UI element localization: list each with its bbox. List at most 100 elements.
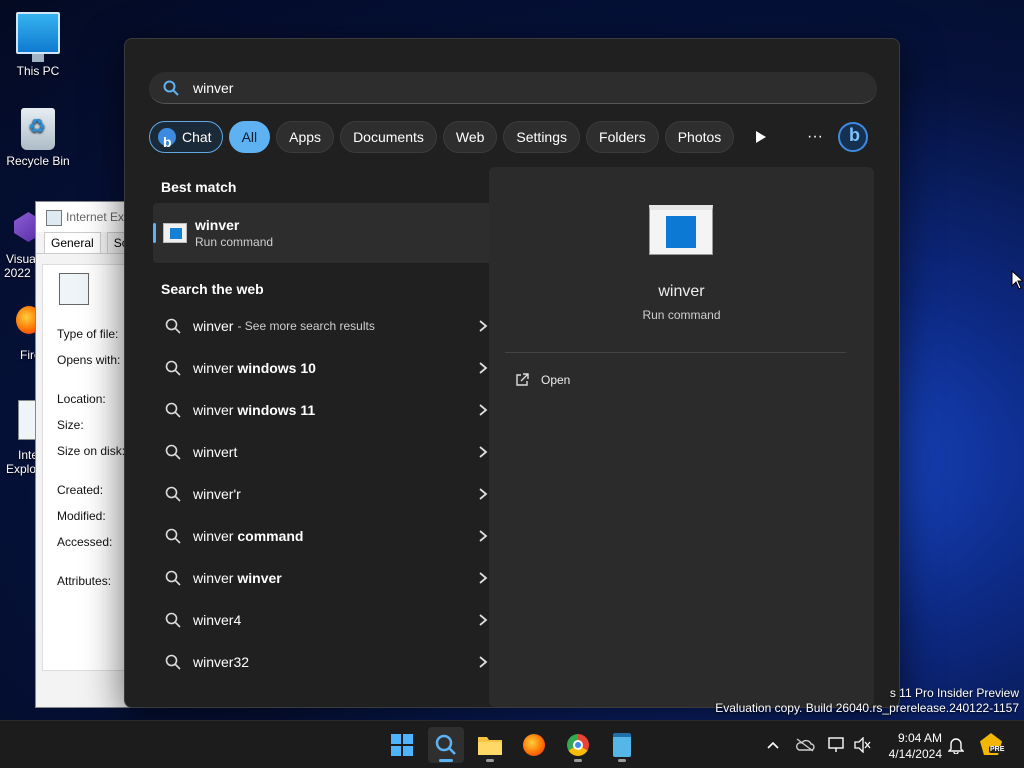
web-result-item[interactable]: winver windows 10 xyxy=(153,347,509,389)
more-options-button[interactable]: ··· xyxy=(799,121,831,153)
script-file-icon xyxy=(59,273,89,305)
running-indicator xyxy=(486,759,494,762)
web-result-text: winver32 xyxy=(193,654,250,670)
play-icon xyxy=(756,131,766,143)
run-command-icon xyxy=(649,205,713,255)
show-hidden-icons-button[interactable] xyxy=(763,735,783,755)
filter-photos[interactable]: Photos xyxy=(664,121,735,153)
volume-muted-icon[interactable] xyxy=(852,735,872,755)
recycle-bin-icon xyxy=(21,108,55,150)
search-input[interactable] xyxy=(193,79,793,96)
search-icon xyxy=(435,734,456,755)
filter-apps[interactable]: Apps xyxy=(276,121,335,153)
filter-folders[interactable]: Folders xyxy=(586,121,659,153)
web-section-title: Search the web xyxy=(161,281,264,297)
web-result-bold-text: windows 10 xyxy=(237,360,316,376)
search-icon xyxy=(165,444,181,460)
search-icon xyxy=(165,570,181,586)
search-icon xyxy=(165,612,181,628)
taskbar-chrome[interactable] xyxy=(560,727,596,763)
web-result-text: winvert xyxy=(193,444,238,460)
detail-pane: winver Run command Open xyxy=(489,167,874,707)
notifications-bell-icon[interactable] xyxy=(946,735,966,755)
search-icon xyxy=(165,528,181,544)
web-result-item[interactable]: winver32 xyxy=(153,641,509,683)
web-result-bold-text: command xyxy=(237,528,304,544)
chevron-right-icon xyxy=(479,656,488,668)
chevron-right-icon xyxy=(479,362,488,374)
divider xyxy=(505,352,846,353)
field-label: Modified: xyxy=(57,509,106,523)
field-label: Size on disk: xyxy=(57,444,126,458)
chevron-right-icon xyxy=(479,446,488,458)
filter-settings[interactable]: Settings xyxy=(503,121,581,153)
open-external-icon xyxy=(516,373,529,386)
bing-button[interactable] xyxy=(837,121,869,153)
selection-indicator xyxy=(153,223,156,243)
web-result-item[interactable]: winver4 xyxy=(153,599,509,641)
field-label: Accessed: xyxy=(57,535,113,549)
run-command-icon xyxy=(163,223,187,243)
filter-all[interactable]: All xyxy=(228,121,271,153)
chevron-right-icon xyxy=(479,404,488,416)
desktop-icon-label: Recycle Bin xyxy=(6,154,70,168)
clock[interactable]: 9:04 AM 4/14/2024 xyxy=(889,730,942,762)
desktop-icon-recycle-bin[interactable]: Recycle Bin xyxy=(0,108,76,168)
web-results: winver - See more search results winver wi… xyxy=(153,305,509,683)
insider-pre-badge[interactable]: PRE xyxy=(980,733,1006,757)
field-label: Size: xyxy=(57,418,84,432)
web-result-text: winver xyxy=(193,570,234,586)
bing-icon xyxy=(838,122,868,152)
filter-chat[interactable]: Chat xyxy=(149,121,223,157)
search-icon xyxy=(163,80,179,96)
chevron-right-icon xyxy=(479,572,488,584)
web-result-text: winver4 xyxy=(193,612,242,628)
web-result-text: winver'r xyxy=(193,486,241,502)
network-icon[interactable] xyxy=(826,735,846,755)
taskbar-file-explorer[interactable] xyxy=(472,727,508,763)
start-button[interactable] xyxy=(384,727,420,763)
firefox-icon xyxy=(523,734,545,756)
filter-label: Chat xyxy=(182,129,212,145)
watermark-line2: Evaluation copy. Build 26040.rs_prerelea… xyxy=(715,701,1019,715)
pre-badge-text: PRE xyxy=(989,746,1006,753)
filter-bar: Chat All Apps Documents Web Settings Fol… xyxy=(149,121,735,157)
search-box[interactable] xyxy=(149,72,877,104)
web-result-text: winver xyxy=(193,318,234,334)
field-label: Attributes: xyxy=(57,574,112,588)
filter-web[interactable]: Web xyxy=(442,121,498,153)
web-result-item[interactable]: winver winver xyxy=(153,557,509,599)
taskbar-notepad[interactable] xyxy=(604,727,640,763)
taskbar: 9:04 AM 4/14/2024 PRE xyxy=(0,720,1024,768)
tab-general[interactable]: General xyxy=(44,232,101,253)
taskbar-search-button[interactable] xyxy=(428,727,464,763)
folder-icon xyxy=(478,737,502,755)
more-filters-button[interactable] xyxy=(745,121,777,153)
clock-time: 9:04 AM xyxy=(897,731,942,745)
onedrive-offline-icon[interactable] xyxy=(795,735,815,755)
taskbar-firefox[interactable] xyxy=(516,727,552,763)
web-result-item[interactable]: winver command xyxy=(153,515,509,557)
web-result-item[interactable]: winver windows 11 xyxy=(153,389,509,431)
web-result-text: winver xyxy=(193,402,234,418)
running-indicator xyxy=(618,759,626,762)
best-match-item[interactable]: winver Run command xyxy=(153,203,509,263)
desktop-icon-this-pc[interactable]: This PC xyxy=(0,12,76,78)
field-label: Type of file: xyxy=(57,327,119,341)
filter-documents[interactable]: Documents xyxy=(340,121,437,153)
search-icon xyxy=(165,402,181,418)
chevron-right-icon xyxy=(479,530,488,542)
chevron-right-icon xyxy=(479,614,488,626)
web-result-item[interactable]: winvert xyxy=(153,431,509,473)
open-action[interactable]: Open xyxy=(515,373,570,387)
desktop-icon-label: This PC xyxy=(16,64,60,78)
search-icon xyxy=(165,654,181,670)
web-result-item[interactable]: winver'r xyxy=(153,473,509,515)
mouse-cursor-icon xyxy=(1011,270,1023,290)
detail-name: winver xyxy=(658,283,705,300)
web-result-item[interactable]: winver - See more search results xyxy=(153,305,509,347)
web-result-text: winver xyxy=(193,360,234,376)
active-indicator xyxy=(439,759,453,762)
best-match-type: Run command xyxy=(195,235,274,249)
notepad-icon xyxy=(613,733,631,757)
